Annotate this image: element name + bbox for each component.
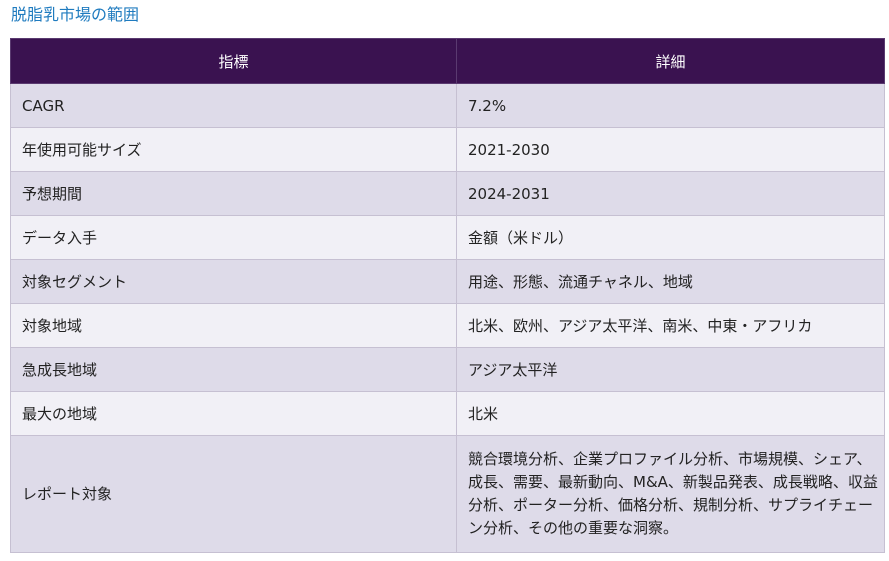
detail-cell: 金額（米ドル） <box>456 215 885 260</box>
detail-cell: アジア太平洋 <box>456 347 885 392</box>
table-row: 最大の地域 北米 <box>10 391 885 436</box>
table-row: 対象セグメント 用途、形態、流通チャネル、地域 <box>10 259 885 304</box>
detail-cell: 用途、形態、流通チャネル、地域 <box>456 259 885 304</box>
metric-cell: 予想期間 <box>10 171 457 216</box>
metric-cell: 対象セグメント <box>10 259 457 304</box>
detail-cell: 7.2% <box>456 83 885 128</box>
metric-cell: 最大の地域 <box>10 391 457 436</box>
detail-cell: 2024-2031 <box>456 171 885 216</box>
table-row: レポート対象 競合環境分析、企業プロファイル分析、市場規模、シェア、成長、需要、… <box>10 435 885 553</box>
detail-cell: 北米、欧州、アジア太平洋、南米、中東・アフリカ <box>456 303 885 348</box>
metric-cell: データ入手 <box>10 215 457 260</box>
metric-cell: レポート対象 <box>10 435 457 553</box>
column-header-detail: 詳細 <box>456 38 885 84</box>
column-header-metric: 指標 <box>10 38 457 84</box>
table-row: 急成長地域 アジア太平洋 <box>10 347 885 392</box>
table-row: 予想期間 2024-2031 <box>10 171 885 216</box>
metric-cell: CAGR <box>10 83 457 128</box>
detail-cell: 北米 <box>456 391 885 436</box>
table-row: データ入手 金額（米ドル） <box>10 215 885 260</box>
detail-cell: 2021-2030 <box>456 127 885 172</box>
detail-cell: 競合環境分析、企業プロファイル分析、市場規模、シェア、成長、需要、最新動向、M&… <box>456 435 885 553</box>
metric-cell: 急成長地域 <box>10 347 457 392</box>
market-scope-table: 指標 詳細 CAGR 7.2% 年使用可能サイズ 2021-2030 予想期間 … <box>10 38 885 553</box>
table-header-row: 指標 詳細 <box>10 38 885 84</box>
metric-cell: 対象地域 <box>10 303 457 348</box>
table-row: CAGR 7.2% <box>10 83 885 128</box>
table-row: 対象地域 北米、欧州、アジア太平洋、南米、中東・アフリカ <box>10 303 885 348</box>
metric-cell: 年使用可能サイズ <box>10 127 457 172</box>
table-row: 年使用可能サイズ 2021-2030 <box>10 127 885 172</box>
page-title: 脱脂乳市場の範囲 <box>11 5 140 24</box>
